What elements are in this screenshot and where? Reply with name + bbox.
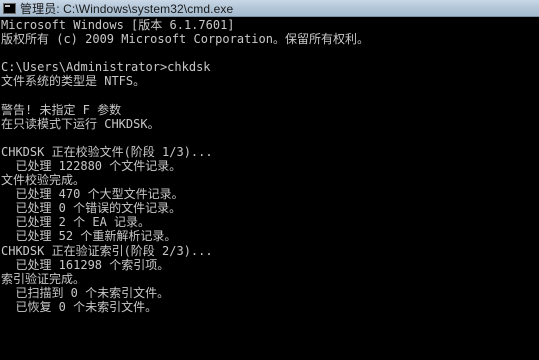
console-line: C:\Users\Administrator>chkdsk <box>1 60 211 75</box>
console-line: 已处理 2 个 EA 记录。 <box>1 215 151 230</box>
window-title: 管理员: C:\Windows\system32\cmd.exe <box>20 1 234 16</box>
console-line: 已处理 0 个错误的文件记录。 <box>1 201 182 216</box>
console-line: 已扫描到 0 个未索引文件。 <box>1 285 170 300</box>
console-line: 索引验证完成。 <box>1 271 86 286</box>
console-line: 已处理 52 个重新解析记录。 <box>1 229 177 244</box>
cmd-icon[interactable] <box>3 2 16 14</box>
console-output[interactable]: Microsoft Windows [版本 6.1.7601] 版权所有 (c)… <box>1 18 537 360</box>
console-line: 文件校验完成。 <box>1 173 86 188</box>
console-line: 在只读模式下运行 CHKDSK。 <box>1 116 160 131</box>
cmd-window: 管理员: C:\Windows\system32\cmd.exe Microso… <box>0 0 539 360</box>
console-line: 文件系统的类型是 NTFS。 <box>1 74 146 89</box>
console-line: 已恢复 0 个未索引文件。 <box>1 299 158 314</box>
console-line: Microsoft Windows [版本 6.1.7601] <box>1 18 235 32</box>
console-line: CHKDSK 正在验证索引(阶段 2/3)... <box>1 243 213 258</box>
console-line: 警告! 未指定 F 参数 <box>1 102 122 117</box>
console-line: 已处理 122880 个文件记录。 <box>1 158 182 173</box>
console-line: CHKDSK 正在校验文件(阶段 1/3)... <box>1 144 213 159</box>
console-line: 已处理 470 个大型文件记录。 <box>1 187 184 202</box>
title-bar[interactable]: 管理员: C:\Windows\system32\cmd.exe <box>0 0 539 17</box>
console-line: 已处理 161298 个索引项。 <box>1 257 170 272</box>
console-line: 版权所有 (c) 2009 Microsoft Corporation。保留所有… <box>1 32 369 47</box>
